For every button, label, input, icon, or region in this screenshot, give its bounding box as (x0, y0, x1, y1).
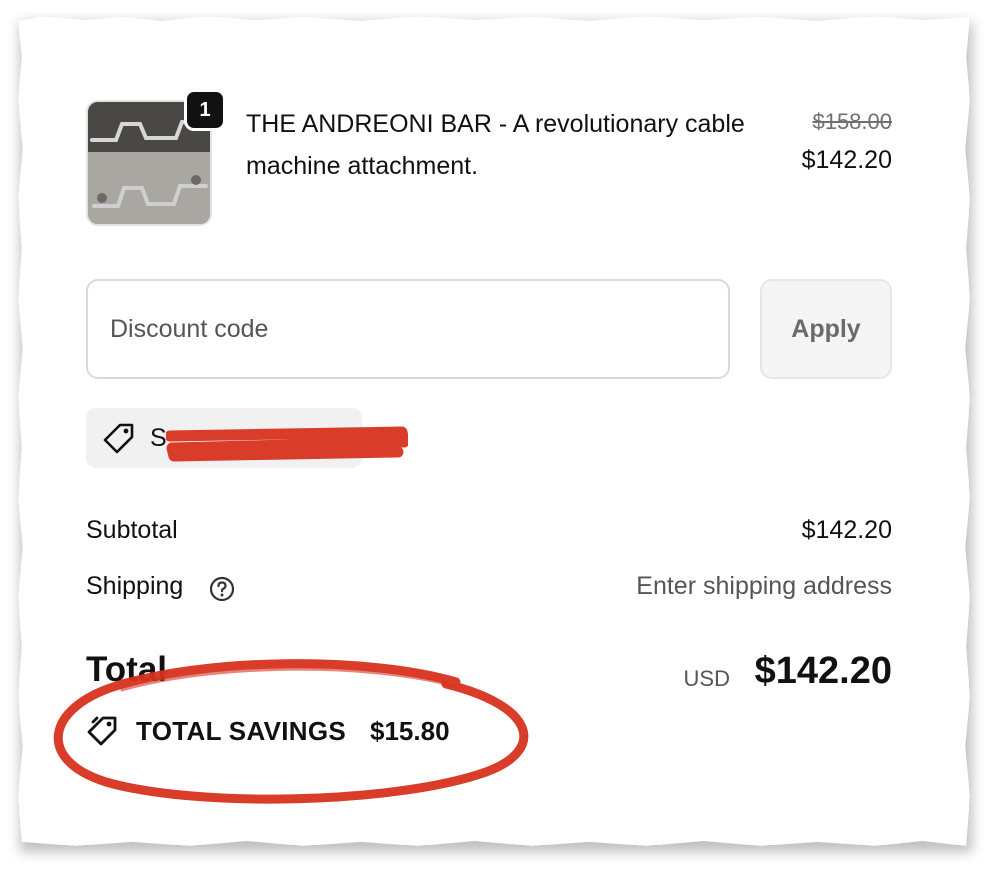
question-circle-icon[interactable] (208, 575, 236, 603)
original-price: $158.00 (812, 109, 892, 134)
shipping-value: Enter shipping address (636, 572, 892, 600)
screenshot-stage: 1 THE ANDREONI BAR - A revolutionary cab… (0, 0, 992, 884)
total-currency: USD (683, 666, 730, 691)
apply-discount-button[interactable]: Apply (760, 279, 892, 379)
tags-icon (87, 716, 117, 746)
quantity-badge: 1 (184, 89, 226, 131)
total-value: $142.20 (754, 650, 892, 692)
total-savings-value: $15.80 (370, 716, 450, 746)
applied-code-text: S (150, 424, 167, 452)
shipping-label: Shipping (86, 572, 184, 600)
total-savings-label: TOTAL SAVINGS (136, 716, 346, 746)
redaction-scribble (166, 426, 408, 462)
product-title: THE ANDREONI BAR - A revolutionary cable… (246, 110, 745, 180)
subtotal-label: Subtotal (86, 516, 178, 544)
sale-price: $142.20 (801, 146, 892, 174)
discount-code-input[interactable] (86, 279, 730, 379)
total-label: Total (86, 650, 168, 689)
subtotal-value: $142.20 (801, 516, 892, 544)
tag-icon (103, 423, 134, 454)
